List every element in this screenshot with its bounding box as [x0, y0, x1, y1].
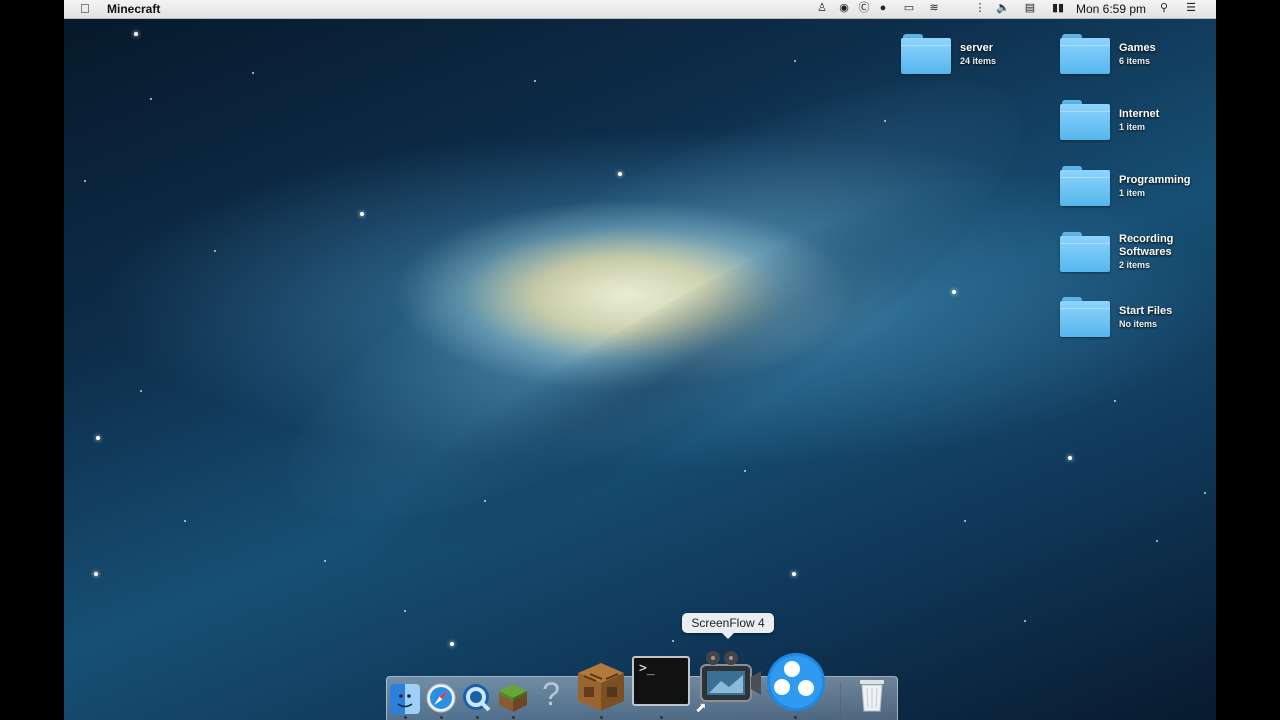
folder-name: Programming [1119, 174, 1191, 186]
minecraft-icon[interactable] [497, 682, 529, 714]
desktop-folder-games[interactable]: Games 6 items [1060, 34, 1210, 84]
running-indicator [404, 716, 407, 719]
airplay-icon[interactable]: ▭ [902, 2, 916, 15]
active-app-name[interactable]: Minecraft [107, 2, 160, 16]
folder-name: Start Files [1119, 305, 1173, 317]
battery-icon[interactable]: ▮▮ [1048, 2, 1068, 15]
star [952, 290, 956, 294]
desktop-folder-recording-softwares[interactable]: Recording Softwares 2 items [1060, 232, 1210, 276]
star [184, 520, 186, 522]
skype-icon[interactable]: Ⓒ [858, 2, 870, 15]
app-icon[interactable]: ● [877, 2, 889, 15]
folder-icon [1060, 166, 1110, 206]
mouse-cursor-icon: ⬈ [695, 699, 707, 715]
star [792, 572, 796, 576]
star [618, 172, 622, 176]
dock-tooltip: ScreenFlow 4 [682, 613, 774, 639]
record-icon[interactable]: ◉ [838, 2, 850, 15]
star [1024, 620, 1026, 622]
dock-separator [840, 682, 841, 716]
theatre-icon[interactable]: ♙ [816, 2, 828, 15]
star [150, 98, 152, 100]
star [794, 60, 796, 62]
star [1204, 492, 1206, 494]
folder-item-count: 1 item [1119, 188, 1146, 198]
star [884, 120, 886, 122]
running-indicator [600, 716, 603, 719]
star [672, 640, 674, 642]
star [534, 80, 536, 82]
star [484, 500, 486, 502]
folder-name: Recording Softwares [1119, 233, 1174, 258]
terminal-icon[interactable]: >_ [632, 656, 690, 706]
running-indicator [512, 716, 515, 719]
folder-name: Internet [1119, 108, 1160, 120]
star [134, 32, 138, 36]
folder-name: server [960, 42, 994, 54]
desktop-folder-server[interactable]: server 24 items [901, 34, 1051, 84]
folder-item-count: 2 items [1119, 260, 1151, 270]
folder-icon [1060, 232, 1110, 272]
sound-level-icon[interactable]: ⋮ [974, 2, 986, 15]
star [140, 390, 142, 392]
folder-icon [901, 34, 951, 74]
spotlight-icon[interactable]: ⚲ [1158, 2, 1170, 15]
star [744, 470, 746, 472]
desktop:  Minecraft ♙ ◉ Ⓒ ● ▭ ≋ ⋮ 🔈 ▤ ▮▮ Mon 6:5… [64, 0, 1216, 720]
folder-name: Games [1119, 42, 1156, 54]
crafting-table-icon[interactable] [576, 661, 626, 713]
star [450, 642, 454, 646]
finder-icon[interactable] [390, 684, 420, 714]
folder-item-count: No items [1119, 319, 1158, 329]
running-indicator [660, 716, 663, 719]
star [1068, 456, 1072, 460]
star [360, 212, 364, 216]
calendar-icon[interactable]: ▤ [1024, 2, 1036, 15]
star [1156, 540, 1158, 542]
folder-item-count: 1 item [1119, 122, 1146, 132]
desktop-folder-start-files[interactable]: Start Files No items [1060, 297, 1210, 347]
desktop-folder-programming[interactable]: Programming 1 item [1060, 166, 1210, 216]
notification-center-icon[interactable]: ☰ [1184, 2, 1198, 15]
folder-icon [1060, 297, 1110, 337]
galaxy-band [235, 1, 1073, 599]
help-icon[interactable]: ? [539, 676, 563, 712]
trash-icon[interactable] [857, 676, 887, 714]
teamviewer-icon[interactable] [766, 652, 826, 712]
apple-logo-icon[interactable]:  [80, 1, 90, 17]
star [324, 560, 326, 562]
folder-icon [1060, 34, 1110, 74]
folder-item-count: 24 items [960, 56, 997, 66]
star [96, 436, 100, 440]
quicktime-icon[interactable] [462, 683, 492, 713]
star [252, 72, 254, 74]
wifi-icon[interactable]: ≋ [926, 2, 942, 15]
folder-item-count: 6 items [1119, 56, 1151, 66]
star [1114, 400, 1116, 402]
star [404, 610, 406, 612]
volume-icon[interactable]: 🔈 [996, 2, 1010, 15]
star [214, 250, 216, 252]
menu-clock[interactable]: Mon 6:59 pm [1076, 2, 1146, 16]
safari-icon[interactable] [426, 683, 456, 713]
menu-bar:  Minecraft ♙ ◉ Ⓒ ● ▭ ≋ ⋮ 🔈 ▤ ▮▮ Mon 6:5… [64, 0, 1216, 19]
star [94, 572, 98, 576]
folder-icon [1060, 100, 1110, 140]
star [964, 520, 966, 522]
running-indicator [476, 716, 479, 719]
running-indicator [440, 716, 443, 719]
running-indicator [794, 716, 797, 719]
star [84, 180, 86, 182]
desktop-folder-internet[interactable]: Internet 1 item [1060, 100, 1210, 150]
